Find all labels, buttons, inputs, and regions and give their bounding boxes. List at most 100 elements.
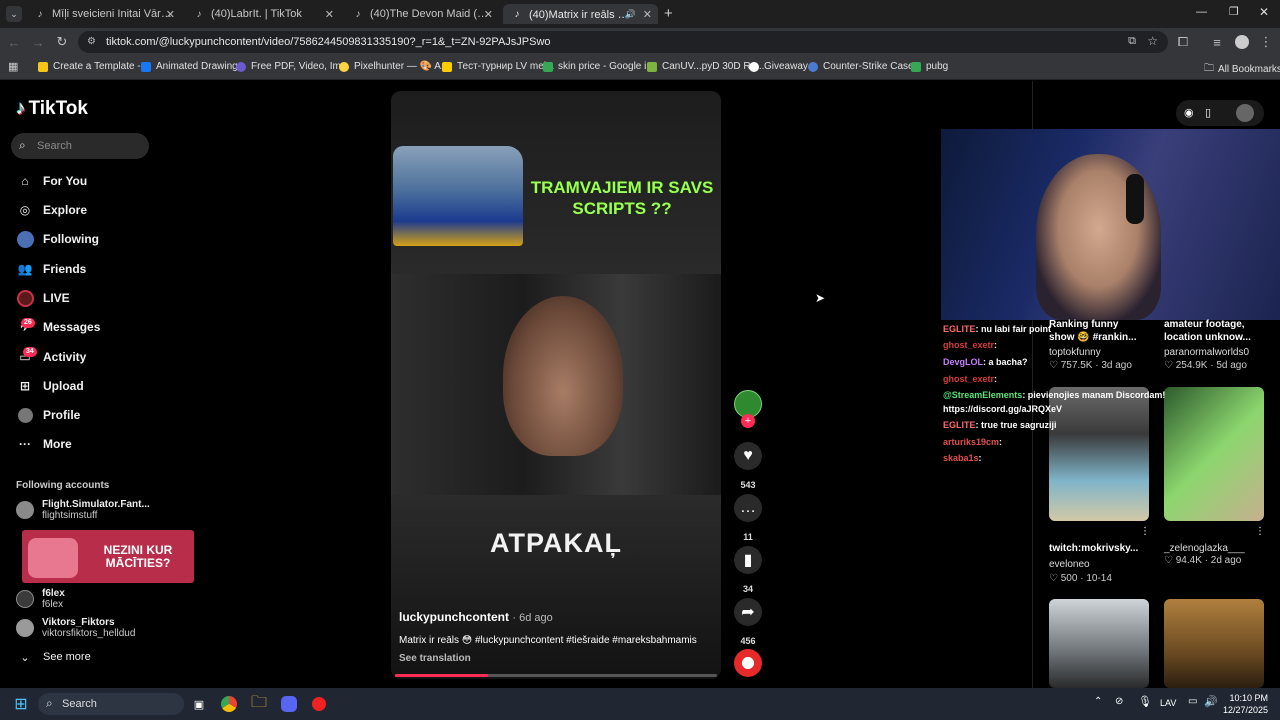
grid-card-title[interactable]: amateur footage, location unknow...	[1164, 318, 1264, 344]
grid-card-thumbnail[interactable]	[1164, 387, 1264, 521]
microphone-icon[interactable]: 🎙	[1138, 695, 1152, 708]
see-more-link[interactable]: ⌄ See more	[16, 646, 90, 668]
tray-icon[interactable]: ⊘	[1115, 696, 1123, 707]
bookmark[interactable]: CanUV...pyD 30D Re...	[647, 61, 764, 72]
close-tab-icon[interactable]: ✕	[166, 8, 175, 21]
following-account[interactable]: Viktors_Fiktors viktorsfiktors_helldud	[16, 617, 135, 639]
back-button[interactable]: ←	[4, 32, 24, 52]
upload-icon: ⊞	[19, 379, 31, 393]
bookmark[interactable]: skin price - Google i...	[543, 61, 655, 72]
following-account[interactable]: f6lex f6lex	[16, 588, 65, 610]
task-view-icon[interactable]: ▣	[190, 695, 208, 713]
nav-upload[interactable]: ⊞ Upload	[16, 375, 84, 397]
chrome-icon[interactable]	[220, 695, 238, 713]
close-tab-icon[interactable]: ✕	[643, 8, 652, 21]
forward-button[interactable]: →	[28, 32, 48, 52]
browser-tab-active[interactable]: ♪ (40)Matrix ir reāls 😳 #luck 🔊 ✕	[503, 4, 658, 24]
address-bar[interactable]: ⚙ tiktok.com/@luckypunchcontent/video/75…	[78, 31, 1168, 53]
tiktok-logo[interactable]: ♪ TikTok	[16, 98, 88, 120]
file-explorer-icon[interactable]: 🗀	[250, 694, 268, 713]
like-button[interactable]: ♥ 543	[734, 442, 762, 490]
chrome-menu-icon[interactable]: ⋮	[1256, 32, 1276, 52]
site-info-icon[interactable]: ⚙	[87, 36, 96, 47]
bookmark-star-icon[interactable]: ☆	[1147, 34, 1158, 48]
clock-date[interactable]: 12/27/2025	[1222, 705, 1268, 715]
maximize-button[interactable]: ❐	[1229, 5, 1239, 18]
bookmark[interactable]: Create a Template -...	[38, 61, 149, 72]
follow-plus-icon[interactable]: +	[741, 414, 755, 428]
clock-time[interactable]: 10:10 PM	[1228, 693, 1268, 703]
bookmark[interactable]: Giveaway	[749, 61, 808, 72]
bookmark[interactable]: Animated Drawings	[141, 61, 243, 72]
network-icon[interactable]: ▭	[1188, 696, 1197, 707]
grid-card-thumbnail[interactable]	[1049, 387, 1149, 521]
nav-for-you[interactable]: ⌂ For You	[16, 170, 87, 192]
search-input[interactable]: ⌕ Search	[11, 133, 149, 159]
browser-tab[interactable]: ♪ Mīļi sveicieni Initai Vārda dienā ✕	[26, 4, 181, 24]
coins-icon[interactable]: ◉	[1184, 106, 1194, 119]
bookmark[interactable]: Тест-турнир LV mei...	[442, 61, 554, 72]
apps-grid-icon[interactable]: ▦	[8, 60, 18, 73]
ad-banner[interactable]: NEZINI KUR MĀCĪTIES?	[22, 530, 194, 583]
more-options-icon[interactable]: ⋮	[1255, 526, 1265, 537]
grid-card-user[interactable]: eveloneo	[1049, 559, 1090, 570]
bookmark[interactable]: pubg	[911, 61, 948, 72]
nav-explore[interactable]: ◎ Explore	[16, 199, 87, 221]
app-icon[interactable]	[310, 695, 328, 713]
video-author[interactable]: luckypunchcontent	[399, 610, 509, 624]
video-author-row[interactable]: luckypunchcontent · 6d ago	[399, 610, 553, 624]
grid-card-title[interactable]: twitch:mokrivsky...	[1049, 543, 1149, 554]
all-bookmarks-folder[interactable]: 🗀 All Bookmarks	[1204, 61, 1280, 78]
tab-search-button[interactable]: ⌄	[6, 6, 22, 22]
extensions-icon[interactable]: ⧠	[1173, 32, 1193, 52]
reload-button[interactable]: ↻	[52, 32, 72, 52]
grid-card-title[interactable]: _zelenoglazka___	[1164, 543, 1264, 554]
volume-icon[interactable]: 🔊	[1204, 695, 1218, 708]
nav-profile[interactable]: Profile	[16, 404, 80, 426]
media-controls-icon[interactable]: ≡	[1207, 32, 1227, 52]
minimize-button[interactable]: —	[1196, 6, 1207, 18]
profile-avatar[interactable]	[1235, 35, 1249, 49]
video-progress-track[interactable]	[395, 674, 717, 677]
speaker-icon[interactable]: 🔊	[625, 9, 636, 20]
webcam-overlay	[941, 129, 1280, 320]
language-indicator[interactable]: LAV	[1160, 698, 1176, 708]
save-button[interactable]: ▮ 34	[734, 546, 762, 594]
grid-card-title[interactable]: Ranking funny show 🤓 #rankin...	[1049, 318, 1144, 344]
sound-disc-icon[interactable]	[734, 649, 762, 677]
bookmark[interactable]: Free PDF, Video, Im...	[236, 61, 349, 72]
grid-card-thumbnail[interactable]	[1164, 599, 1264, 688]
nav-following[interactable]: Following	[16, 228, 99, 250]
grid-card-user[interactable]: paranormalworlds0	[1164, 347, 1249, 358]
browser-tab[interactable]: ♪ (40)The Devon Maid (@the_de ✕	[344, 4, 499, 24]
bookmark[interactable]: Pixelhunter — 🎨 A...	[339, 61, 449, 72]
new-tab-button[interactable]: +	[664, 5, 673, 22]
see-translation-link[interactable]: See translation	[399, 653, 471, 664]
following-account[interactable]: Flight.Simulator.Fant... flightsimstuff	[16, 499, 150, 521]
discord-icon[interactable]	[280, 695, 298, 713]
install-app-icon[interactable]: ⧉	[1128, 35, 1136, 48]
nav-friends[interactable]: 👥 Friends	[16, 258, 87, 280]
live-icon	[16, 289, 34, 307]
share-button[interactable]: ➦ 456	[734, 598, 762, 646]
close-tab-icon[interactable]: ✕	[484, 8, 493, 21]
bookmark[interactable]: Counter-Strike Case...	[808, 61, 922, 72]
profile-avatar[interactable]	[1236, 104, 1254, 122]
browser-tab[interactable]: ♪ (40)LabrIt. | TikTok ✕	[185, 4, 340, 24]
bookmark-favicon-icon	[141, 61, 151, 72]
nav-live[interactable]: LIVE	[16, 287, 70, 309]
taskbar: ⊞ ⌕ Search ▣ 🗀 ⌃ ⊘ 🎙 LAV ▭ 🔊 10:10 PM 12…	[0, 688, 1280, 720]
close-window-button[interactable]: ✕	[1259, 5, 1269, 19]
tray-chevron-icon[interactable]: ⌃	[1094, 696, 1102, 707]
video-player[interactable]: TRAMVAJIEM IR SAVS SCRIPTS ?? ATPAKAĻ lu…	[391, 91, 721, 679]
windows-start-icon[interactable]: ⊞	[12, 695, 30, 713]
nav-more[interactable]: ··· More	[16, 433, 72, 455]
search-icon: ⌕	[46, 696, 53, 710]
more-options-icon[interactable]: ⋮	[1140, 526, 1150, 537]
grid-card-thumbnail[interactable]	[1049, 599, 1149, 688]
grid-card-user[interactable]: toptokfunny	[1049, 347, 1101, 358]
close-tab-icon[interactable]: ✕	[325, 8, 334, 21]
taskbar-search[interactable]: ⌕ Search	[38, 693, 184, 715]
comment-button[interactable]: … 11	[734, 494, 762, 542]
device-icon[interactable]: ▯	[1205, 106, 1211, 119]
